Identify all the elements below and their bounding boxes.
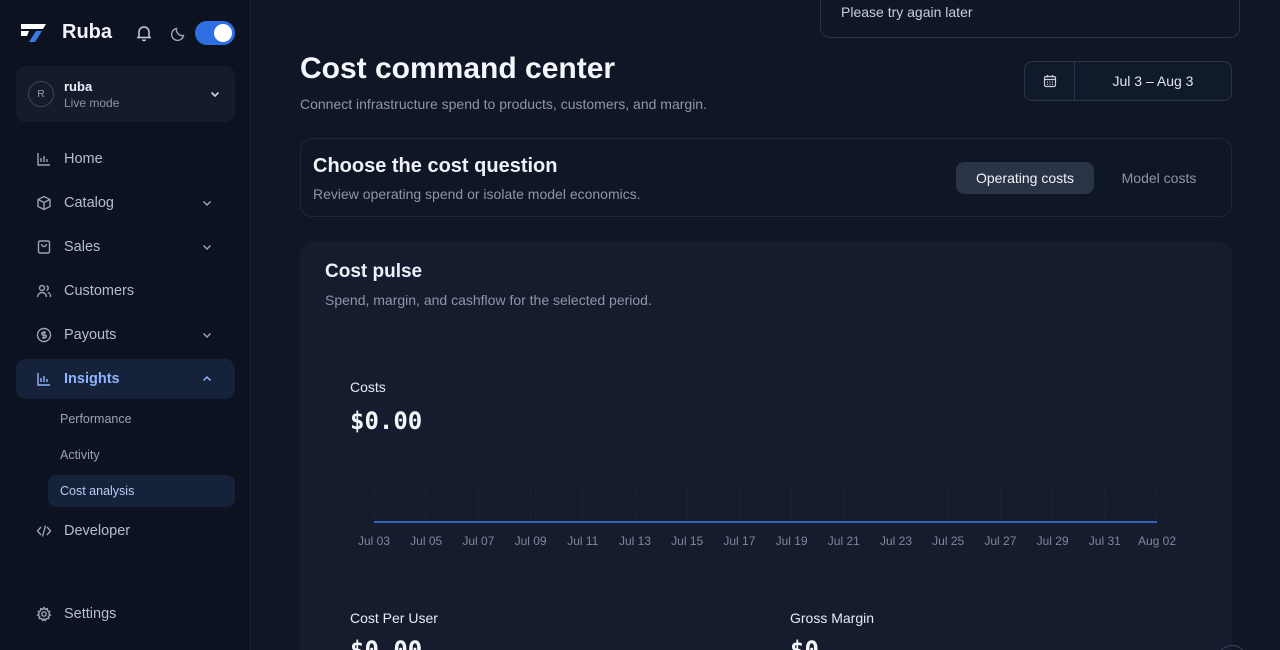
chevron-down-icon <box>202 244 212 251</box>
sidebar-item-label: Developer <box>64 523 131 539</box>
error-toast: Please try again later <box>820 0 1240 38</box>
gear-icon <box>36 606 52 622</box>
x-tick-label: Jul 03 <box>358 534 390 548</box>
sidebar-item-insights[interactable]: Insights <box>16 359 235 399</box>
bar-chart-icon <box>37 153 50 166</box>
sidebar-item-home[interactable]: Home <box>16 139 235 179</box>
page-title: Cost command center <box>300 52 616 85</box>
sidebar-item-sales[interactable]: Sales <box>16 227 235 267</box>
sidebar-item-label: Payouts <box>64 327 117 343</box>
segment-operating-costs[interactable]: Operating costs <box>956 162 1094 194</box>
costs-value: $0.00 <box>350 407 423 435</box>
x-tick-label: Jul 31 <box>1089 534 1121 548</box>
chevron-down-icon <box>210 91 220 98</box>
x-tick-label: Jul 23 <box>880 534 912 548</box>
cost-question-title: Choose the cost question <box>313 155 558 177</box>
cost-per-user-value: $0.00 <box>350 636 423 650</box>
date-range-picker[interactable]: Jul 3 – Aug 3 <box>1024 61 1232 101</box>
brand[interactable]: Ruba <box>20 20 112 44</box>
sidebar-item-label: Sales <box>64 239 101 255</box>
account-name: ruba <box>64 79 93 94</box>
x-tick-label: Jul 21 <box>828 534 860 548</box>
toggle-knob <box>214 24 232 42</box>
cost-pulse-card: Cost pulse Spend, margin, and cashflow f… <box>300 241 1232 650</box>
sidebar-item-settings[interactable]: Settings <box>16 594 235 634</box>
cost-pulse-subtitle: Spend, margin, and cashflow for the sele… <box>325 292 652 308</box>
cost-pulse-title: Cost pulse <box>325 261 423 282</box>
x-tick-label: Jul 05 <box>410 534 442 548</box>
x-tick-label: Jul 13 <box>619 534 651 548</box>
chevron-down-icon <box>202 200 212 207</box>
account-switcher[interactable]: R ruba Live mode <box>16 66 235 122</box>
cost-per-user-label: Cost Per User <box>350 610 438 626</box>
moon-icon[interactable] <box>171 25 187 41</box>
sidebar-subitem-cost-analysis[interactable]: Cost analysis <box>48 475 235 507</box>
sidebar-item-label: Catalog <box>64 195 114 211</box>
gross-margin-label: Gross Margin <box>790 610 875 626</box>
box-icon <box>37 195 51 211</box>
sidebar-item-label: Customers <box>64 283 135 299</box>
bell-icon[interactable] <box>135 24 153 42</box>
costs-line-chart: Jul 03 Jul 05 Jul 07 Jul 09 Jul 11 Jul 13 Jul … <box>358 488 1176 548</box>
sidebar-item-payouts[interactable]: Payouts <box>16 315 235 355</box>
account-mode: Live mode <box>64 96 120 110</box>
shopping-bag-icon <box>37 240 51 254</box>
sidebar-item-customers[interactable]: Customers <box>16 271 235 311</box>
costs-label: Costs <box>350 379 386 395</box>
chevron-down-icon <box>202 332 212 339</box>
bar-chart-icon <box>37 373 50 386</box>
brand-logo-icon <box>21 24 46 42</box>
chevron-up-icon <box>202 375 212 382</box>
users-icon <box>36 284 52 298</box>
x-tick-label: Aug 02 <box>1138 534 1176 548</box>
sidebar-item-label: Settings <box>64 606 117 622</box>
dollar-circle-icon <box>36 327 52 343</box>
sidebar-item-catalog[interactable]: Catalog <box>16 183 235 223</box>
chart-x-axis: Jul 03 Jul 05 Jul 07 Jul 09 Jul 11 Jul 13 Jul … <box>358 534 1176 548</box>
gross-margin-value: $0 <box>790 636 819 650</box>
cost-question-subtitle: Review operating spend or isolate model … <box>313 186 641 202</box>
x-tick-label: Jul 27 <box>984 534 1016 548</box>
x-tick-label: Jul 07 <box>462 534 494 548</box>
sidebar: Ruba R ruba Live mode Home Catalog Sales… <box>0 0 251 650</box>
x-tick-label: Jul 11 <box>567 534 598 548</box>
x-tick-label: Jul 19 <box>776 534 808 548</box>
x-tick-label: Jul 15 <box>671 534 703 548</box>
sidebar-item-developer[interactable]: Developer <box>16 511 235 551</box>
calendar-button[interactable] <box>1025 62 1075 100</box>
code-icon <box>36 525 52 537</box>
x-tick-label: Jul 29 <box>1037 534 1069 548</box>
date-range-label: Jul 3 – Aug 3 <box>1112 73 1194 89</box>
segment-model-costs[interactable]: Model costs <box>1101 162 1217 194</box>
cost-question-card: Choose the cost question Review operatin… <box>300 138 1232 217</box>
theme-toggle[interactable] <box>195 21 235 45</box>
x-tick-label: Jul 25 <box>932 534 964 548</box>
page-subtitle: Connect infrastructure spend to products… <box>300 96 707 112</box>
sidebar-item-label: Home <box>64 151 103 167</box>
x-tick-label: Jul 17 <box>723 534 755 548</box>
brand-name: Ruba <box>62 20 112 43</box>
calendar-icon <box>1043 75 1057 88</box>
chart-grid <box>373 488 1158 522</box>
avatar: R <box>28 81 54 107</box>
toast-message: Please try again later <box>841 4 973 20</box>
sidebar-item-label: Insights <box>64 371 120 387</box>
sidebar-subitem-performance[interactable]: Performance <box>48 403 235 435</box>
x-tick-label: Jul 09 <box>515 534 547 548</box>
sidebar-subitem-activity[interactable]: Activity <box>48 439 235 471</box>
